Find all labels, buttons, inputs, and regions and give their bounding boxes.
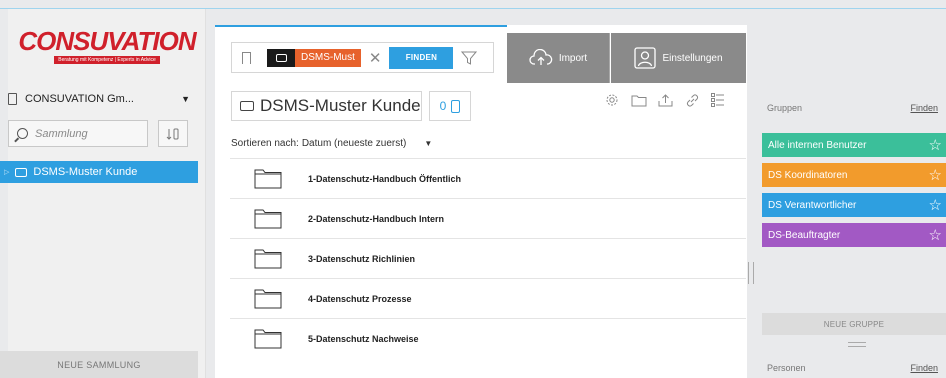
group-label: DS-Beauftragter — [768, 229, 841, 241]
settings-label: Einstellungen — [662, 52, 723, 64]
star-icon[interactable]: ☆ — [929, 136, 942, 154]
expand-icon[interactable]: ▷ — [4, 168, 9, 176]
account-selector[interactable]: CONSUVATION Gm... ▼ — [8, 88, 190, 110]
search-icon — [17, 128, 28, 139]
filter-tag[interactable]: DSMS-Must — [267, 48, 361, 67]
logo-tagline: Beratung mit Kompetenz | Experts in Advi… — [54, 56, 160, 64]
folder-icon — [254, 169, 282, 188]
star-icon[interactable]: ☆ — [929, 226, 942, 244]
user-icon — [634, 47, 657, 69]
groups-header: Gruppen Finden — [767, 103, 946, 115]
folder-icon — [254, 249, 282, 268]
logo-text: CONSUVATION — [18, 26, 196, 56]
panel-resize-grip[interactable] — [848, 342, 866, 347]
folder-label: 4-Datenschutz Prozesse — [308, 293, 412, 304]
cloud-upload-icon — [529, 49, 553, 65]
folder-label: 3-Datenschutz Richlinien — [308, 253, 416, 264]
filter-tag-label: DSMS-Must — [301, 52, 355, 63]
star-icon[interactable]: ☆ — [929, 196, 942, 214]
list-view-icon[interactable] — [711, 93, 725, 107]
import-button[interactable]: Import — [507, 33, 610, 83]
groups-title: Gruppen — [767, 103, 803, 113]
folder-row[interactable]: 5-Datenschutz Nachweise — [230, 318, 746, 358]
sort-value: Datum (neueste zuerst) — [301, 137, 407, 149]
collection-title-text: DSMS-Muster Kunde — [260, 96, 421, 115]
persons-find-link[interactable]: Finden — [910, 363, 938, 373]
folder-row[interactable]: 1-Datenschutz-Handbuch Öffentlich — [230, 158, 746, 198]
link-icon[interactable] — [685, 93, 700, 108]
gear-icon[interactable] — [605, 93, 619, 107]
clear-filter-icon[interactable]: ✕ — [369, 49, 382, 67]
envelope-icon — [240, 101, 254, 111]
star-icon[interactable]: ☆ — [929, 166, 942, 184]
collection-item-label: DSMS-Muster Kunde — [33, 166, 138, 178]
folder-label: 5-Datenschutz Nachweise — [308, 333, 419, 344]
upload-icon[interactable] — [658, 93, 673, 107]
chevron-down-icon: ▼ — [424, 138, 433, 148]
active-tab-indicator — [215, 25, 507, 27]
bookmark-icon[interactable] — [242, 51, 251, 64]
folder-icon[interactable] — [631, 94, 647, 107]
folder-icon — [254, 209, 282, 228]
panel-resize-handle[interactable] — [748, 262, 754, 284]
group-label: Alle internen Benutzer — [768, 139, 867, 151]
folder-icon — [254, 329, 282, 348]
document-icon — [451, 99, 461, 113]
collections-sidebar: CONSUVATION Beratung mit Kompetenz | Exp… — [8, 9, 206, 378]
folder-row[interactable]: 2-Datenschutz-Handbuch Intern — [230, 198, 746, 238]
new-group-button[interactable]: NEUE GRUPPE — [762, 313, 946, 335]
folder-row[interactable]: 3-Datenschutz Richlinien — [230, 238, 746, 278]
folder-label: 2-Datenschutz-Handbuch Intern — [308, 213, 445, 224]
sort-order-button[interactable] — [158, 120, 188, 147]
import-label: Import — [558, 52, 588, 64]
find-button[interactable]: FINDEN — [389, 46, 454, 69]
folder-row[interactable]: 4-Datenschutz Prozesse — [230, 278, 746, 318]
collection-search-input[interactable]: Sammlung — [8, 120, 148, 147]
envelope-icon — [15, 167, 28, 177]
sort-selector[interactable]: Sortieren nach: Datum (neueste zuerst) ▼ — [231, 136, 491, 150]
search-placeholder: Sammlung — [35, 127, 88, 140]
collection-actions — [605, 91, 725, 109]
group-item[interactable]: Alle internen Benutzer ☆ — [762, 133, 946, 157]
new-collection-button[interactable]: NEUE SAMMLUNG — [0, 351, 198, 378]
sort-icon — [166, 128, 179, 140]
folder-label: 1-Datenschutz-Handbuch Öffentlich — [308, 173, 462, 184]
envelope-icon — [267, 48, 295, 67]
group-item[interactable]: DS Verantwortlicher ☆ — [762, 193, 946, 217]
group-label: DS Verantwortlicher — [768, 199, 857, 211]
persons-title: Personen — [767, 363, 806, 373]
sort-label: Sortieren nach: — [231, 137, 299, 149]
logo: CONSUVATION Beratung mit Kompetenz | Exp… — [8, 27, 206, 77]
chevron-down-icon: ▼ — [181, 94, 190, 104]
settings-button[interactable]: Einstellungen — [611, 33, 746, 83]
search-toolbar: DSMS-Must ✕ FINDEN — [231, 42, 494, 73]
filter-funnel-icon[interactable] — [461, 50, 478, 66]
group-item[interactable]: DS Koordinatoren ☆ — [762, 163, 946, 187]
persons-header: Personen Finden — [767, 363, 946, 375]
groups-find-link[interactable]: Finden — [910, 103, 938, 113]
group-label: DS Koordinatoren — [768, 169, 848, 181]
collection-item-dsms-muster-kunde[interactable]: ▷ DSMS-Muster Kunde — [0, 161, 198, 183]
folder-icon — [254, 289, 282, 308]
account-label: CONSUVATION Gm... — [25, 93, 134, 105]
document-icon — [8, 93, 17, 105]
document-count-value: 0 — [439, 99, 447, 113]
collection-title[interactable]: DSMS-Muster Kunde — [231, 91, 422, 121]
group-item[interactable]: DS-Beauftragter ☆ — [762, 223, 946, 247]
document-count[interactable]: 0 — [429, 91, 471, 121]
